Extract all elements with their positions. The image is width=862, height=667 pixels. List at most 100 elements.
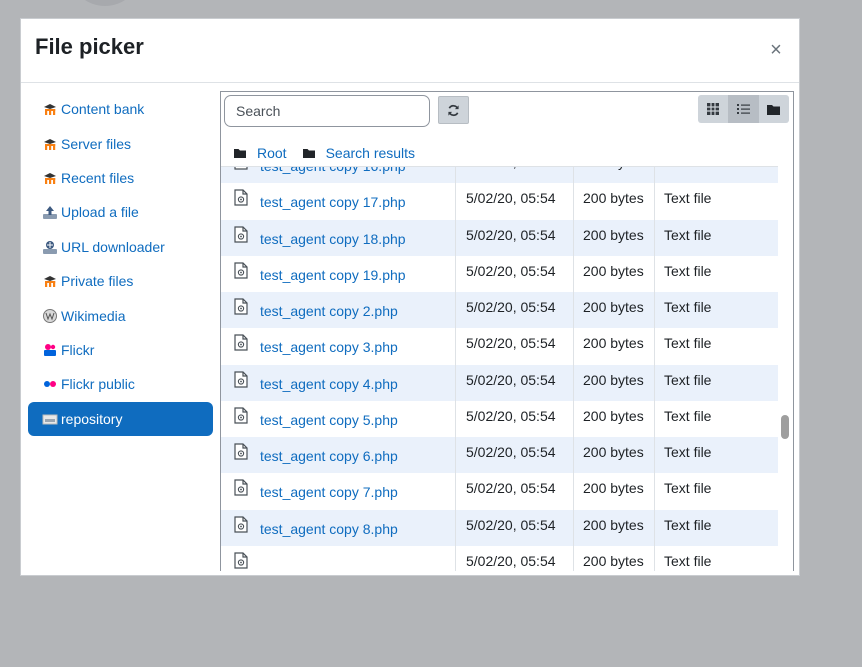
sidebar-item-label: Wikimedia xyxy=(61,307,126,324)
file-row[interactable]: test_agent copy 4.php 5/02/20, 05:54 200… xyxy=(221,364,778,401)
file-row[interactable]: test_agent copy 7.php 5/02/20, 05:54 200… xyxy=(221,473,778,510)
file-row[interactable]: test_agent copy 2.php 5/02/20, 05:54 200… xyxy=(221,292,778,329)
file-name-cell: test_agent copy 4.php xyxy=(221,364,456,401)
file-name-link[interactable]: test_agent copy 5.php xyxy=(260,412,398,428)
file-row[interactable]: test_agent copy 5.php 5/02/20, 05:54 200… xyxy=(221,400,778,437)
sidebar-item-private-files[interactable]: Private files xyxy=(28,264,213,298)
file-size: 200 bytes xyxy=(574,364,655,401)
background-avatar-shape xyxy=(72,0,138,6)
file-name-cell: test_agent copy 8.php xyxy=(221,509,456,546)
text-file-icon xyxy=(234,262,248,279)
sidebar-item-content-bank[interactable]: Content bank xyxy=(28,92,213,126)
url-downloader-icon xyxy=(43,240,57,254)
text-file-icon xyxy=(234,443,248,460)
file-name-link[interactable]: test_agent copy 8.php xyxy=(260,521,398,537)
sidebar-item-label: Flickr xyxy=(61,341,95,358)
text-file-icon xyxy=(234,167,248,170)
file-type: Text file xyxy=(664,444,712,460)
file-table: test_agent copy 16.php 5/02/20, 05:54 20… xyxy=(221,167,778,571)
sidebar-item-url-downloader[interactable]: URL downloader xyxy=(28,230,213,264)
file-name-cell: test_agent copy 18.php xyxy=(221,219,456,256)
file-row[interactable]: test_agent copy 6.php 5/02/20, 05:54 200… xyxy=(221,437,778,474)
file-type: Text file xyxy=(664,335,712,352)
sidebar-item-server-files[interactable]: Server files xyxy=(28,126,213,160)
sidebar-item-recent-files[interactable]: Recent files xyxy=(28,161,213,195)
breadcrumb-search-results[interactable]: Search results xyxy=(302,145,415,161)
file-name-link[interactable]: test_agent copy 6.php xyxy=(260,448,398,464)
grid-view-icon xyxy=(707,103,720,115)
file-row[interactable]: 5/02/20, 05:54 200 bytes Text file xyxy=(221,545,778,571)
moodle-icon xyxy=(44,104,56,116)
file-name-cell: test_agent copy 19.php xyxy=(221,255,456,292)
scrollbar-thumb[interactable] xyxy=(781,415,789,439)
text-file-icon xyxy=(234,334,248,351)
file-list: test_agent copy 16.php 5/02/20, 05:54 20… xyxy=(221,166,778,571)
sidebar-item-label: Upload a file xyxy=(61,204,139,221)
tree-view-button[interactable] xyxy=(758,95,789,123)
file-browser-panel: Root Search results test_agent copy 16.p… xyxy=(220,91,794,571)
moodle-icon xyxy=(44,276,56,288)
file-date: 5/02/20, 05:54 xyxy=(456,219,574,256)
file-row[interactable]: test_agent copy 17.php 5/02/20, 05:54 20… xyxy=(221,183,778,220)
text-file-icon xyxy=(234,479,248,496)
file-name-cell: test_agent copy 5.php xyxy=(221,400,456,437)
file-type: Text file xyxy=(664,190,712,207)
search-input[interactable] xyxy=(224,95,430,127)
close-button[interactable]: × xyxy=(766,39,786,61)
file-name-link[interactable]: test_agent copy 19.php xyxy=(260,267,406,283)
sidebar-item-upload-a-file[interactable]: Upload a file xyxy=(28,195,213,229)
file-date: 5/02/20, 05:54 xyxy=(456,509,574,546)
file-name-link[interactable]: test_agent copy 3.php xyxy=(260,339,398,355)
file-row[interactable]: test_agent copy 3.php 5/02/20, 05:54 200… xyxy=(221,328,778,365)
file-type: Text file xyxy=(664,262,712,279)
close-icon: × xyxy=(770,39,782,61)
file-name-link[interactable]: test_agent copy 16.php xyxy=(260,167,406,174)
file-name-link[interactable]: test_agent copy 17.php xyxy=(260,194,406,210)
file-date: 5/02/20, 05:54 xyxy=(456,292,574,329)
breadcrumb-root[interactable]: Root xyxy=(234,145,287,161)
refresh-button[interactable] xyxy=(438,96,469,124)
grid-view-button[interactable] xyxy=(698,95,729,123)
file-name-link[interactable]: test_agent copy 7.php xyxy=(260,484,398,500)
file-size: 200 bytes xyxy=(574,167,655,184)
file-type: Text file xyxy=(664,299,712,315)
sidebar-item-wikimedia[interactable]: Wikimedia xyxy=(28,298,213,332)
moodle-icon xyxy=(44,172,56,184)
flickr-public-icon xyxy=(44,381,56,388)
file-name-link[interactable]: test_agent copy 2.php xyxy=(260,303,398,319)
moodle-icon xyxy=(44,138,56,150)
breadcrumb-label: Root xyxy=(257,145,287,161)
file-name-cell: test_agent copy 17.php xyxy=(221,183,456,220)
file-row[interactable]: test_agent copy 19.php 5/02/20, 05:54 20… xyxy=(221,255,778,292)
file-row[interactable]: test_agent copy 8.php 5/02/20, 05:54 200… xyxy=(221,509,778,546)
wikimedia-icon xyxy=(43,308,57,323)
file-type: Text file xyxy=(664,407,712,424)
dialog-title: File picker xyxy=(35,34,144,59)
dialog-header: File picker × xyxy=(21,19,799,83)
list-view-button[interactable] xyxy=(728,95,759,123)
file-size: 200 bytes xyxy=(574,183,655,220)
file-size: 200 bytes xyxy=(574,473,655,510)
file-row[interactable]: test_agent copy 18.php 5/02/20, 05:54 20… xyxy=(221,219,778,256)
flickr-icon xyxy=(44,343,56,356)
file-name-link[interactable]: test_agent copy 18.php xyxy=(260,231,406,247)
view-mode-group xyxy=(698,95,789,123)
sidebar-item-flickr[interactable]: Flickr xyxy=(28,333,213,367)
refresh-icon xyxy=(448,104,459,116)
file-row[interactable]: test_agent copy 16.php 5/02/20, 05:54 20… xyxy=(221,167,778,184)
sidebar-item-label: Recent files xyxy=(61,169,135,186)
text-file-icon xyxy=(234,298,248,315)
file-list-scrollbar[interactable] xyxy=(778,166,793,571)
sidebar-item-flickr-public[interactable]: Flickr public xyxy=(28,367,213,401)
folder-icon xyxy=(234,149,246,158)
file-date: 5/02/20, 05:54 xyxy=(456,255,574,292)
file-size: 200 bytes xyxy=(574,219,655,256)
sidebar-item-repository[interactable]: repository xyxy=(28,401,213,436)
file-date: 5/02/20, 05:54 xyxy=(456,364,574,401)
file-type: Text file xyxy=(664,516,712,533)
file-name-cell xyxy=(221,545,456,571)
file-date: 5/02/20, 05:54 xyxy=(456,328,574,365)
file-date: 5/02/20, 05:54 xyxy=(456,473,574,510)
file-name-cell: test_agent copy 7.php xyxy=(221,473,456,510)
file-name-link[interactable]: test_agent copy 4.php xyxy=(260,376,398,392)
